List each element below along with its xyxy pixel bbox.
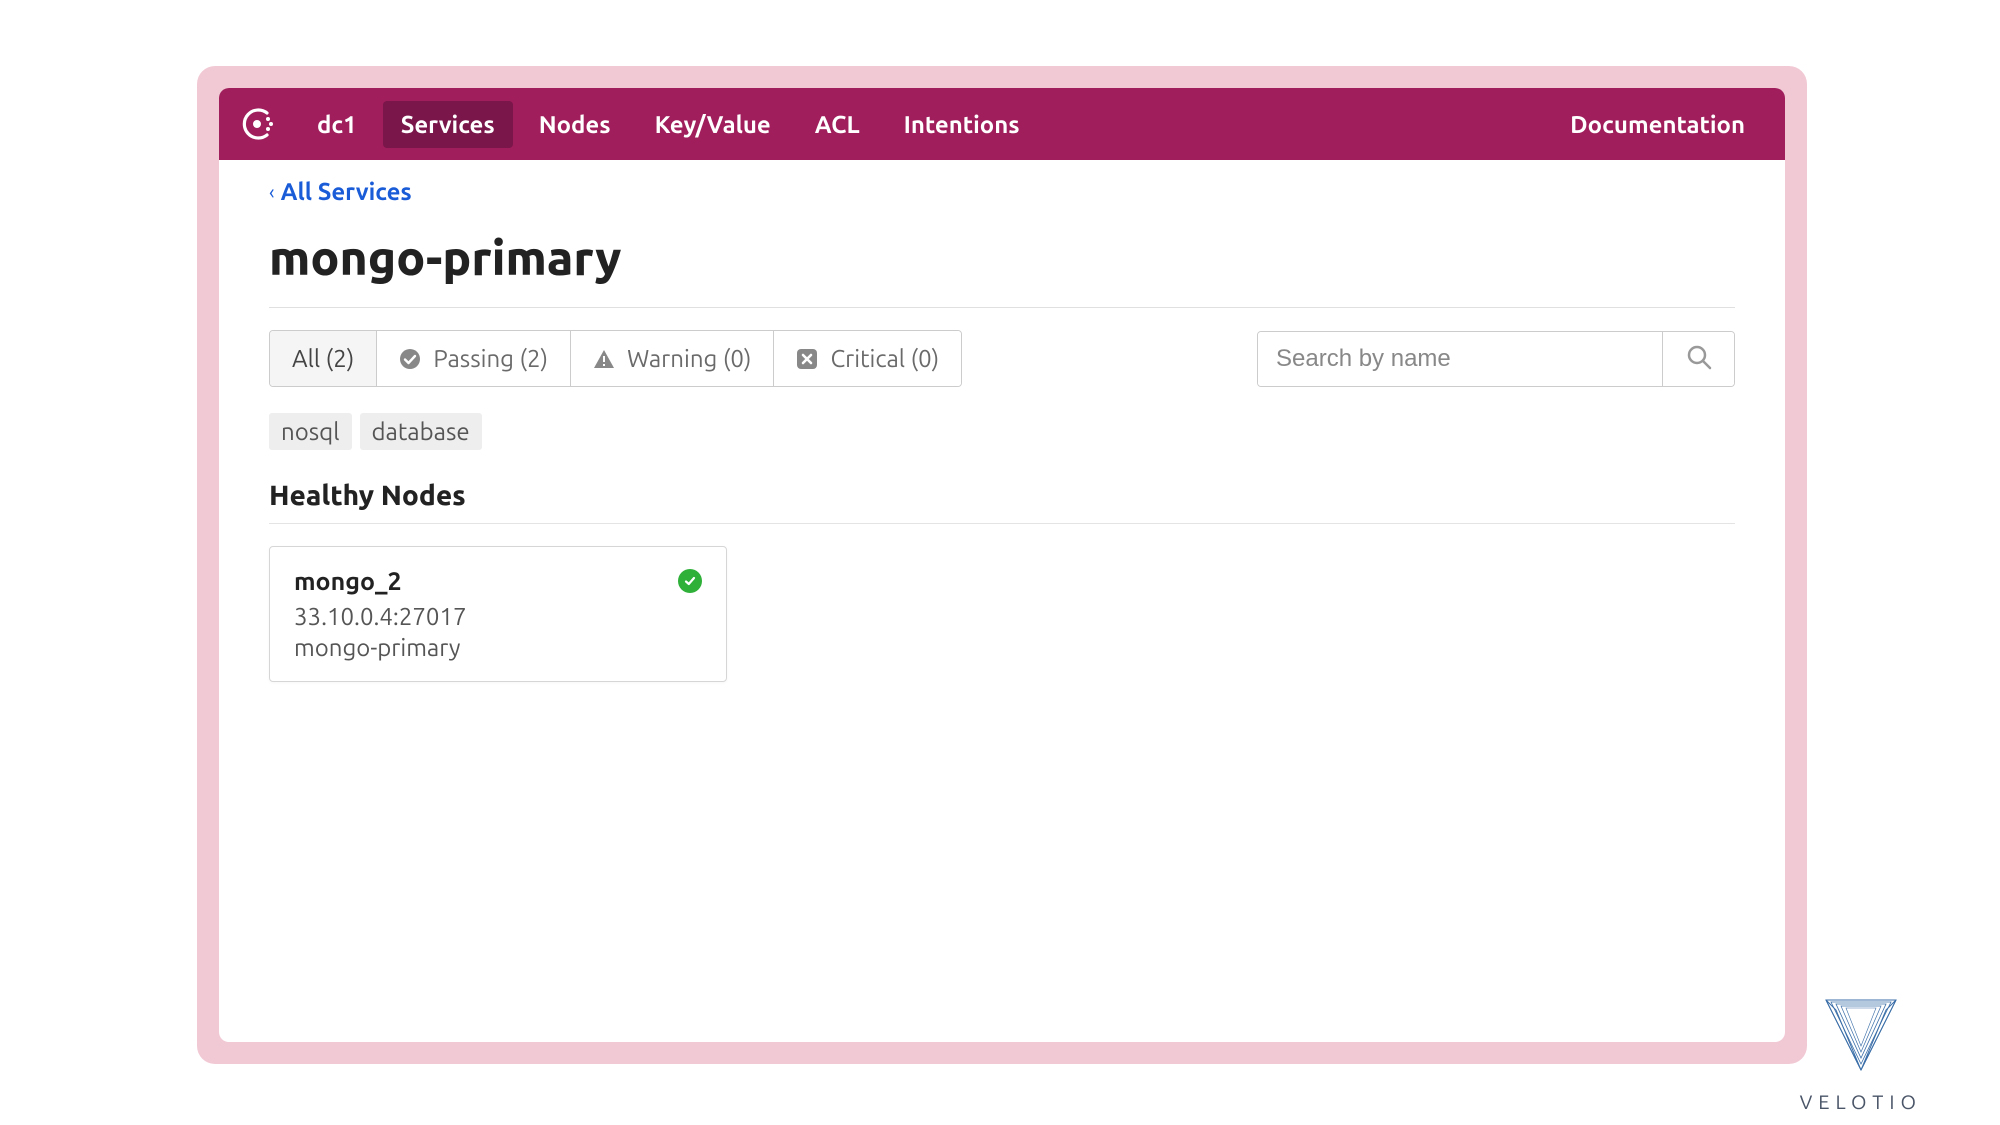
nav-nodes[interactable]: Nodes <box>521 101 629 148</box>
status-passing-icon <box>678 569 702 593</box>
filter-warning-tab[interactable]: Warning (0) <box>571 331 774 386</box>
filter-critical-tab[interactable]: Critical (0) <box>774 331 961 386</box>
filter-all-tab[interactable]: All (2) <box>270 331 377 386</box>
section-divider <box>269 523 1735 524</box>
content-area: ‹ All Services mongo-primary All (2) Pas… <box>219 160 1785 682</box>
search-button[interactable] <box>1662 332 1734 386</box>
back-link-label: All Services <box>281 178 412 205</box>
nav-services[interactable]: Services <box>383 101 513 148</box>
healthy-nodes-title: Healthy Nodes <box>269 480 1735 511</box>
chevron-left-icon: ‹ <box>269 180 275 203</box>
tag-list: nosql database <box>269 413 1735 450</box>
node-name: mongo_2 <box>294 567 402 595</box>
search-icon <box>1685 343 1713 375</box>
nav-acl[interactable]: ACL <box>797 101 878 148</box>
back-all-services-link[interactable]: ‹ All Services <box>269 178 412 205</box>
nav-key-value[interactable]: Key/Value <box>637 101 789 148</box>
page-title: mongo-primary <box>269 231 1735 285</box>
filter-warning-label: Warning (0) <box>627 345 751 372</box>
tag-nosql: nosql <box>269 413 352 450</box>
filter-critical-label: Critical (0) <box>830 345 939 372</box>
filter-all-label: All (2) <box>292 345 354 372</box>
search-box <box>1257 331 1735 387</box>
search-input[interactable] <box>1258 332 1662 386</box>
x-square-icon <box>796 348 818 370</box>
filter-tabs: All (2) Passing (2) Warning (0) <box>269 330 962 387</box>
check-circle-icon <box>399 348 421 370</box>
filter-row: All (2) Passing (2) Warning (0) <box>269 307 1735 413</box>
nav-datacenter[interactable]: dc1 <box>299 101 375 148</box>
nav-documentation[interactable]: Documentation <box>1552 101 1763 148</box>
nav-intentions[interactable]: Intentions <box>886 101 1038 148</box>
warning-triangle-icon <box>593 348 615 370</box>
filter-passing-tab[interactable]: Passing (2) <box>377 331 571 386</box>
app-window: dc1 Services Nodes Key/Value ACL Intenti… <box>219 88 1785 1042</box>
velotio-logo: VELOTIO <box>1800 992 1922 1113</box>
app-frame: dc1 Services Nodes Key/Value ACL Intenti… <box>197 66 1807 1064</box>
consul-logo-icon <box>237 102 281 146</box>
nav-bar: dc1 Services Nodes Key/Value ACL Intenti… <box>219 88 1785 160</box>
tag-database: database <box>360 413 482 450</box>
node-address: 33.10.0.4:27017 <box>294 603 702 630</box>
velotio-logo-icon <box>1806 992 1916 1082</box>
filter-passing-label: Passing (2) <box>433 345 548 372</box>
velotio-brand-text: VELOTIO <box>1800 1090 1922 1113</box>
node-card[interactable]: mongo_2 33.10.0.4:27017 mongo-primary <box>269 546 727 682</box>
node-service: mongo-primary <box>294 634 702 661</box>
